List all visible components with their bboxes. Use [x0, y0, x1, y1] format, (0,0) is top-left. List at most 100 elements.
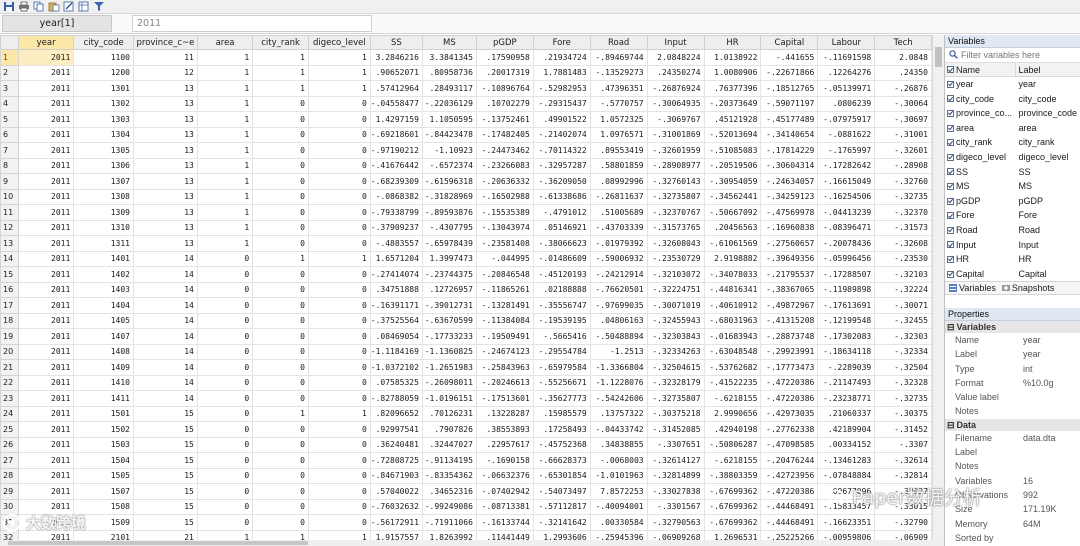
- data-cell[interactable]: 0: [307, 95, 371, 112]
- property-row[interactable]: Format %10.0g: [945, 376, 1080, 390]
- data-cell[interactable]: 1309: [73, 204, 134, 221]
- data-cell[interactable]: -.47569978: [760, 204, 819, 221]
- data-cell[interactable]: 0: [196, 359, 254, 376]
- data-cell[interactable]: -.91134195: [421, 452, 477, 469]
- data-cell[interactable]: -.11865261: [475, 281, 534, 298]
- data-cell[interactable]: -.89593876: [421, 204, 477, 221]
- data-cell[interactable]: 3.2846216: [369, 49, 423, 66]
- data-cell[interactable]: 1503: [73, 436, 134, 453]
- data-cell[interactable]: -.12199548: [817, 312, 876, 329]
- data-cell[interactable]: -.0868382: [369, 188, 423, 205]
- data-cell[interactable]: -.10896764: [475, 80, 534, 97]
- data-cell[interactable]: -.06632376: [475, 467, 534, 484]
- data-cell[interactable]: -.32790: [874, 514, 932, 531]
- data-cell[interactable]: -.50806287: [703, 436, 762, 453]
- data-cell[interactable]: -.16960838: [760, 219, 819, 236]
- data-cell[interactable]: -.32334263: [646, 343, 705, 360]
- column-header[interactable]: Road: [589, 35, 648, 50]
- data-cell[interactable]: 2011: [17, 204, 75, 221]
- data-cell[interactable]: -.47098585: [760, 436, 819, 453]
- data-cell[interactable]: 1311: [73, 235, 134, 252]
- data-cell[interactable]: -.17733233: [421, 328, 477, 345]
- data-cell[interactable]: 13: [132, 80, 198, 97]
- data-cell[interactable]: 1: [307, 529, 371, 540]
- property-row[interactable]: Memory 64M: [945, 517, 1080, 531]
- data-cell[interactable]: -.07848884: [817, 467, 876, 484]
- data-cell[interactable]: 1305: [73, 142, 134, 159]
- data-cell[interactable]: 0: [252, 281, 309, 298]
- data-cell[interactable]: -.65301854: [532, 467, 591, 484]
- data-cell[interactable]: 0: [196, 250, 254, 267]
- data-cell[interactable]: 15: [132, 467, 198, 484]
- data-cell[interactable]: 2011: [17, 95, 75, 112]
- data-cell[interactable]: -.25843963: [475, 359, 534, 376]
- data-cell[interactable]: -.45177489: [760, 111, 819, 128]
- data-cell[interactable]: -.57112817: [532, 498, 591, 515]
- data-cell[interactable]: .36240481: [369, 436, 423, 453]
- data-cell[interactable]: 1303: [73, 111, 134, 128]
- data-cell[interactable]: 14: [132, 281, 198, 298]
- data-cell[interactable]: -1.1184169: [369, 343, 423, 360]
- row-number[interactable]: 6: [0, 126, 19, 143]
- data-cell[interactable]: -.30071019: [646, 297, 705, 314]
- data-cell[interactable]: -.441655: [760, 49, 819, 66]
- data-cell[interactable]: 0: [196, 312, 254, 329]
- grid-corner[interactable]: [0, 35, 19, 50]
- data-cell[interactable]: -.56172911: [369, 514, 423, 531]
- data-cell[interactable]: -.08396471: [817, 219, 876, 236]
- data-cell[interactable]: 1301: [73, 80, 134, 97]
- data-cell[interactable]: -.97190212: [369, 142, 423, 159]
- data-cell[interactable]: -.43703339: [589, 219, 648, 236]
- data-cell[interactable]: -.00959806: [817, 529, 876, 540]
- data-cell[interactable]: 1: [307, 64, 371, 81]
- data-cell[interactable]: .00334152: [817, 436, 876, 453]
- properties-section-variables[interactable]: ⊟ Variables: [945, 321, 1080, 333]
- data-cell[interactable]: 0: [252, 312, 309, 329]
- data-cell[interactable]: 0: [196, 328, 254, 345]
- data-cell[interactable]: 0: [307, 359, 371, 376]
- data-cell[interactable]: .90652071: [369, 64, 423, 81]
- row-number[interactable]: 27: [0, 452, 19, 469]
- data-cell[interactable]: 0: [196, 266, 254, 283]
- data-cell[interactable]: -.11691598: [817, 49, 876, 66]
- data-cell[interactable]: -.6218155: [703, 452, 762, 469]
- data-cell[interactable]: 1.2696531: [703, 529, 762, 540]
- data-cell[interactable]: -.24212914: [589, 266, 648, 283]
- horizontal-scrollbar[interactable]: [0, 540, 944, 546]
- data-cell[interactable]: -.32504615: [646, 359, 705, 376]
- data-cell[interactable]: -.24473462: [475, 142, 534, 159]
- data-cell[interactable]: 1405: [73, 312, 134, 329]
- data-cell[interactable]: .08469054: [369, 328, 423, 345]
- data-cell[interactable]: -.52982953: [532, 80, 591, 97]
- data-cell[interactable]: 0: [252, 343, 309, 360]
- row-number[interactable]: 7: [0, 142, 19, 159]
- data-cell[interactable]: 1: [307, 80, 371, 97]
- variable-visible-checkbox[interactable]: [947, 153, 954, 161]
- data-cell[interactable]: 13: [132, 219, 198, 236]
- property-row[interactable]: Sorted by: [945, 531, 1080, 545]
- data-cell[interactable]: .58801859: [589, 157, 648, 174]
- data-cell[interactable]: -.30954059: [703, 173, 762, 190]
- data-cell[interactable]: 2011: [17, 359, 75, 376]
- data-cell[interactable]: 0: [307, 374, 371, 391]
- data-cell[interactable]: 1408: [73, 343, 134, 360]
- data-cell[interactable]: -.32614127: [646, 452, 705, 469]
- data-cell[interactable]: -.17814229: [760, 142, 819, 159]
- data-cell[interactable]: -.47220386: [760, 483, 819, 500]
- row-number[interactable]: 25: [0, 421, 19, 438]
- variable-visible-checkbox[interactable]: [947, 124, 954, 132]
- data-cell[interactable]: -.22036129: [421, 95, 477, 112]
- data-cell[interactable]: -.18512765: [760, 80, 819, 97]
- data-cell[interactable]: 7.8572253: [589, 483, 648, 500]
- data-cell[interactable]: -.23238771: [817, 390, 876, 407]
- data-cell[interactable]: .47396351: [589, 80, 648, 97]
- data-cell[interactable]: -.44468491: [760, 514, 819, 531]
- data-cell[interactable]: -.59071197: [760, 95, 819, 112]
- data-cell[interactable]: -.23530729: [646, 250, 705, 267]
- data-cell[interactable]: 1.4297159: [369, 111, 423, 128]
- data-cell[interactable]: .45121928: [703, 111, 762, 128]
- data-cell[interactable]: -.32224: [874, 281, 932, 298]
- data-cell[interactable]: 1.0976571: [589, 126, 648, 143]
- data-cell[interactable]: .32447027: [421, 436, 477, 453]
- data-cell[interactable]: 14: [132, 328, 198, 345]
